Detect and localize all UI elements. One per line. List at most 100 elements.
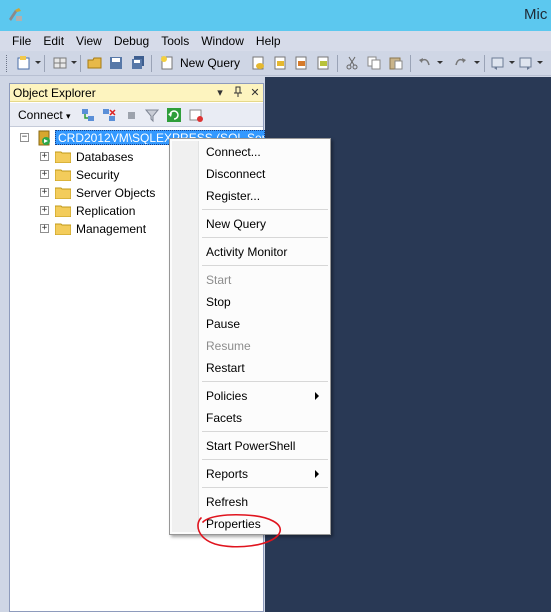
- object-explorer-header: Object Explorer ▾ ✕: [10, 84, 263, 102]
- collapse-icon[interactable]: −: [20, 133, 29, 142]
- menu-item-facets[interactable]: Facets: [206, 409, 242, 427]
- activity-monitor-icon[interactable]: [188, 107, 204, 123]
- db-query-icon: [252, 56, 264, 70]
- menu-item-start: Start: [206, 273, 232, 287]
- expand-icon[interactable]: +: [40, 224, 49, 233]
- scissors-icon: [346, 56, 358, 70]
- menu-item-stop[interactable]: Stop: [206, 293, 231, 311]
- new-project-icon: [17, 56, 30, 70]
- connect-label: Connect: [18, 108, 63, 122]
- save-all-button[interactable]: [130, 55, 146, 71]
- menu-help[interactable]: Help: [250, 32, 287, 50]
- server-context-menu: Connect... Disconnect Register... New Qu…: [169, 138, 331, 535]
- connect-server-icon[interactable]: [80, 107, 96, 123]
- analysis-query-button[interactable]: [272, 55, 288, 71]
- disconnect-server-icon[interactable]: [101, 107, 117, 123]
- menu-separator: [202, 487, 328, 488]
- menu-item-start-powershell[interactable]: Start PowerShell: [206, 437, 295, 455]
- menu-item-refresh[interactable]: Refresh: [206, 493, 248, 511]
- menu-separator: [202, 265, 328, 266]
- menu-separator: [202, 381, 328, 382]
- menu-item-disconnect[interactable]: Disconnect: [206, 165, 265, 183]
- toolbar-grip[interactable]: [6, 55, 9, 72]
- submenu-arrow-icon: [315, 470, 319, 478]
- tree-node-label: Replication: [76, 204, 136, 218]
- expand-icon[interactable]: +: [40, 206, 49, 215]
- paste-button[interactable]: [388, 55, 404, 71]
- standard-toolbar: New Query: [0, 51, 551, 76]
- refresh-icon[interactable]: [166, 107, 182, 123]
- open-file-button[interactable]: [87, 55, 103, 71]
- menu-item-restart[interactable]: Restart: [206, 359, 245, 377]
- database-engine-query-button[interactable]: [250, 55, 266, 71]
- menu-item-policies[interactable]: Policies: [206, 387, 247, 405]
- cut-button[interactable]: [344, 55, 360, 71]
- redo-button[interactable]: [452, 55, 468, 71]
- object-explorer-toolbar: Connect ▾: [10, 103, 263, 127]
- menu-bar: File Edit View Debug Tools Window Help: [0, 31, 551, 51]
- folder-open-icon: [87, 57, 102, 69]
- redo-icon: [455, 58, 466, 66]
- grid-icon: [53, 57, 67, 69]
- tree-node-label: Databases: [76, 150, 134, 164]
- menu-item-reports[interactable]: Reports: [206, 465, 248, 483]
- undo-button[interactable]: [417, 55, 433, 71]
- mdx-query-icon: [274, 56, 286, 70]
- tree-node-label: Security: [76, 168, 120, 182]
- expand-icon[interactable]: +: [40, 170, 49, 179]
- tree-node-label: Server Objects: [76, 186, 156, 200]
- navigate-backward-button[interactable]: [490, 55, 506, 71]
- tree-node-label: Management: [76, 222, 147, 236]
- save-all-icon: [132, 56, 144, 69]
- new-project-button[interactable]: [16, 55, 32, 71]
- window-position-dropdown-icon[interactable]: ▾: [214, 86, 226, 99]
- menu-tools[interactable]: Tools: [155, 32, 195, 50]
- menu-item-new-query[interactable]: New Query: [206, 215, 266, 233]
- connect-dropdown-button[interactable]: Connect ▾: [18, 108, 71, 122]
- menu-item-activity-monitor[interactable]: Activity Monitor: [206, 243, 287, 261]
- menu-item-register[interactable]: Register...: [206, 187, 260, 205]
- menu-view[interactable]: View: [70, 32, 108, 50]
- xmla-query-button[interactable]: [315, 55, 331, 71]
- save-icon: [110, 57, 122, 69]
- folder-icon: [55, 223, 71, 235]
- grid-button[interactable]: [52, 55, 68, 71]
- expand-icon[interactable]: +: [40, 152, 49, 161]
- dmx-query-icon: [295, 56, 307, 70]
- save-button[interactable]: [108, 55, 124, 71]
- navigate-forward-icon: [519, 57, 532, 70]
- expand-icon[interactable]: +: [40, 188, 49, 197]
- folder-icon: [55, 187, 71, 199]
- object-explorer-title: Object Explorer: [13, 86, 96, 100]
- close-icon[interactable]: ✕: [249, 86, 261, 99]
- menu-debug[interactable]: Debug: [108, 32, 155, 50]
- navigate-forward-button[interactable]: [518, 55, 534, 71]
- new-query-button[interactable]: [159, 55, 175, 71]
- new-query-label[interactable]: New Query: [180, 56, 240, 70]
- filter-icon[interactable]: [144, 107, 160, 123]
- server-icon: [38, 130, 50, 146]
- red-circle-annotation: [197, 513, 282, 548]
- stop-icon[interactable]: [123, 107, 139, 123]
- menu-file[interactable]: File: [6, 32, 37, 50]
- navigate-back-icon: [491, 57, 504, 70]
- submenu-arrow-icon: [315, 392, 319, 400]
- folder-icon: [55, 151, 71, 163]
- ssms-app-icon[interactable]: [6, 6, 24, 24]
- folder-icon: [55, 205, 71, 217]
- menu-item-connect[interactable]: Connect...: [206, 143, 261, 161]
- copy-icon: [367, 56, 381, 70]
- menu-window[interactable]: Window: [195, 32, 250, 50]
- dmx-query-button[interactable]: [293, 55, 309, 71]
- copy-button[interactable]: [366, 55, 382, 71]
- folder-icon: [55, 169, 71, 181]
- menu-item-resume: Resume: [206, 339, 251, 353]
- pin-icon[interactable]: [232, 86, 244, 98]
- menu-edit[interactable]: Edit: [37, 32, 70, 50]
- window-title: Mic: [524, 6, 548, 23]
- title-bar: Mic: [0, 0, 551, 31]
- menu-item-pause[interactable]: Pause: [206, 315, 240, 333]
- new-query-icon: [161, 56, 173, 70]
- menu-icon-gutter: [172, 141, 199, 532]
- menu-separator: [202, 431, 328, 432]
